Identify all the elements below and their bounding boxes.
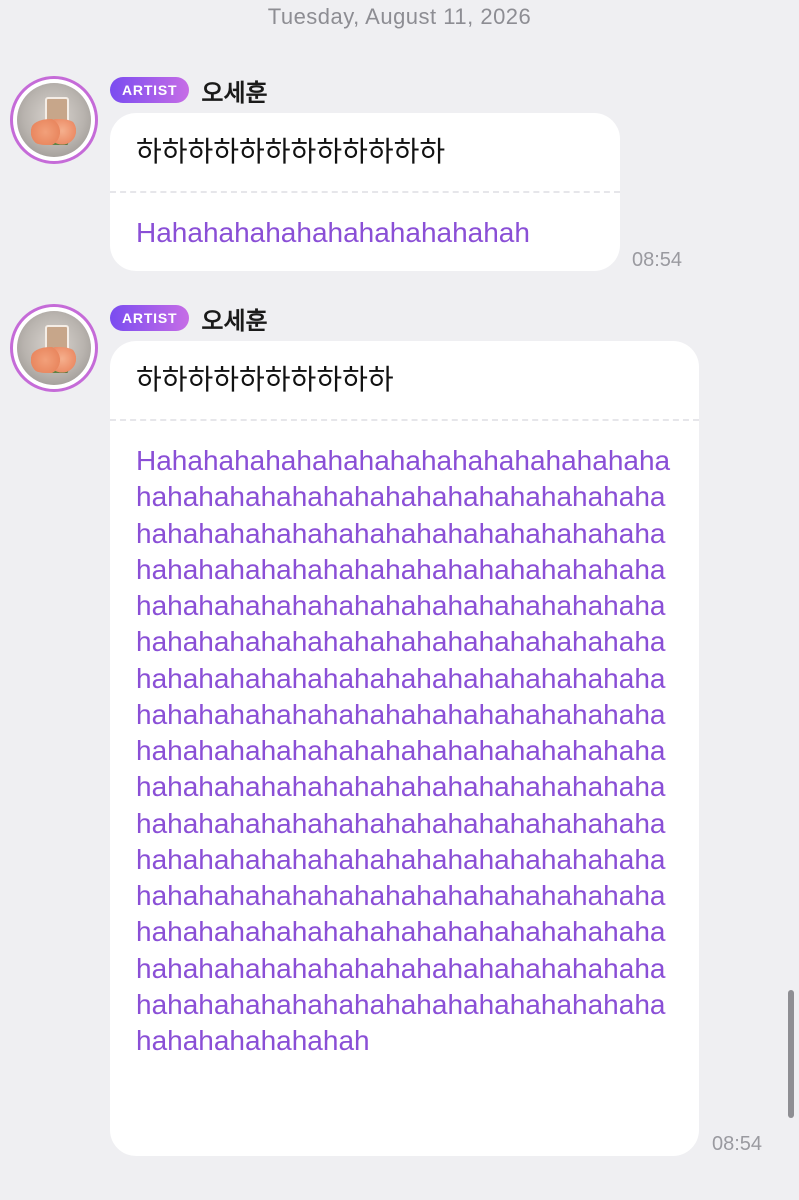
sender-name[interactable]: 오세훈 [201,73,267,108]
original-message-text: 하하하하하하하하하하하하 [136,136,446,167]
message-timestamp: 08:54 [712,1133,763,1155]
message-timestamp: 08:54 [632,249,683,271]
message-bubble[interactable]: 하하하하하하하하하하 Hahahahahahahahahahahahahahah… [110,341,699,1156]
artist-badge: ARTIST [110,305,190,331]
artist-avatar[interactable] [10,304,98,392]
sender-row: ARTIST 오세훈 [110,76,268,107]
artist-badge: ARTIST [110,77,190,103]
message-bubble[interactable]: 하하하하하하하하하하하하 Hahahahahahahahahahahahah [110,113,620,271]
sender-row: ARTIST 오세훈 [110,304,268,335]
original-message-text: 하하하하하하하하하하 [136,364,394,395]
date-header: Tuesday, August 11, 2026 [267,4,532,29]
scrollbar[interactable] [788,990,794,1118]
sender-name[interactable]: 오세훈 [201,301,267,336]
artist-avatar[interactable] [10,76,98,164]
translated-message-text: Hahahahahahahahahahahahahahahahahahahaha… [136,445,671,1056]
translated-message-text: Hahahahahahahahahahahahah [136,217,530,248]
